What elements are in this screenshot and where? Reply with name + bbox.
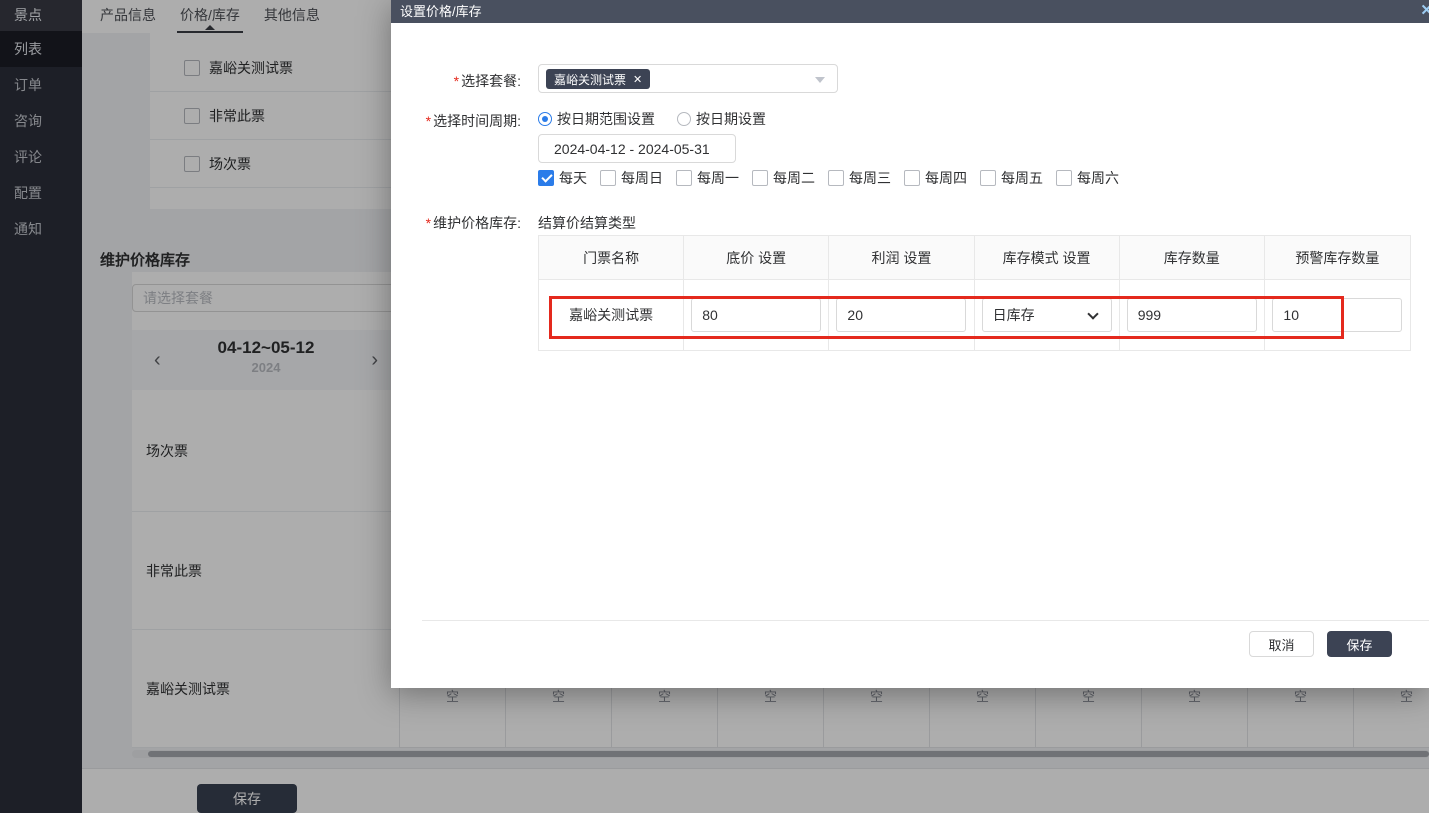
table-row: 嘉峪关测试票 日库存: [539, 280, 1410, 350]
price-stock-table: 门票名称 底价 设置 利润 设置 库存模式 设置 库存数量 预警库存数量 嘉峪关…: [538, 235, 1411, 351]
package-label-text: 选择套餐:: [461, 73, 521, 89]
weekday-label: 每周四: [925, 168, 967, 188]
col-header-profit: 利润 设置: [829, 236, 974, 280]
required-mark: *: [454, 73, 459, 89]
table-header-row: 门票名称 底价 设置 利润 设置 库存模式 设置 库存数量 预警库存数量: [539, 236, 1410, 280]
weekday-sunday[interactable]: 每周日: [600, 168, 663, 188]
col-header-warning-stock: 预警库存数量: [1265, 236, 1410, 280]
col-header-ticket-name: 门票名称: [539, 236, 684, 280]
date-range-input[interactable]: [538, 134, 736, 163]
radio-by-date-label: 按日期设置: [696, 109, 766, 129]
checkbox-icon: [676, 170, 692, 186]
checkbox-icon: [1056, 170, 1072, 186]
period-label-text: 选择时间周期:: [433, 113, 521, 129]
weekday-everyday[interactable]: 每天: [538, 168, 587, 188]
col-header-stock-count: 库存数量: [1120, 236, 1265, 280]
cell-ticket-name: 嘉峪关测试票: [539, 280, 684, 350]
stock-mode-select[interactable]: 日库存: [982, 298, 1112, 332]
modal-title: 设置价格/库存: [400, 4, 482, 19]
weekday-label: 每天: [559, 168, 587, 188]
warning-stock-input[interactable]: [1272, 298, 1402, 332]
required-mark: *: [426, 113, 431, 129]
stock-count-input[interactable]: [1127, 298, 1257, 332]
modal-header: 设置价格/库存 ✕: [391, 0, 1429, 23]
close-icon[interactable]: ✕: [1420, 3, 1429, 19]
weekday-label: 每周一: [697, 168, 739, 188]
weekday-friday[interactable]: 每周五: [980, 168, 1043, 188]
weekday-label: 每周三: [849, 168, 891, 188]
checkbox-checked-icon: [538, 170, 554, 186]
period-radio-group: 按日期范围设置 按日期设置: [538, 109, 766, 129]
base-price-input[interactable]: [691, 298, 821, 332]
screen: 景点 列表 订单 咨询 评论 配置 通知 产品信息 价格/库存 其他信息 嘉峪关…: [0, 0, 1429, 813]
radio-icon: [538, 112, 552, 126]
package-multiselect[interactable]: 嘉峪关测试票 ✕: [538, 64, 838, 93]
weekday-label: 每周六: [1077, 168, 1119, 188]
radio-icon: [677, 112, 691, 126]
checkbox-icon: [752, 170, 768, 186]
save-button[interactable]: 保存: [1327, 631, 1392, 657]
col-header-base-price: 底价 设置: [684, 236, 829, 280]
weekday-label: 每周二: [773, 168, 815, 188]
footer-divider: [422, 620, 1429, 621]
checkbox-icon: [904, 170, 920, 186]
profit-input[interactable]: [836, 298, 966, 332]
checkbox-icon: [980, 170, 996, 186]
set-price-stock-modal: 设置价格/库存 ✕ *选择套餐: 嘉峪关测试票 ✕ *选择时间周期: 按日期范围…: [391, 0, 1429, 688]
stock-mode-value: 日库存: [993, 307, 1035, 323]
maintain-label: *维护价格库存:: [411, 213, 521, 233]
weekday-wednesday[interactable]: 每周三: [828, 168, 891, 188]
cancel-button[interactable]: 取消: [1249, 631, 1314, 657]
weekday-monday[interactable]: 每周一: [676, 168, 739, 188]
weekday-label: 每周日: [621, 168, 663, 188]
maintain-label-text: 维护价格库存:: [433, 215, 521, 231]
weekday-checkbox-group: 每天 每周日 每周一 每周二 每周三 每周四 每周五 每周六: [538, 169, 1119, 187]
required-mark: *: [426, 215, 431, 231]
remove-tag-icon[interactable]: ✕: [633, 73, 642, 86]
weekday-label: 每周五: [1001, 168, 1043, 188]
radio-by-date[interactable]: 按日期设置: [677, 109, 766, 129]
radio-date-range[interactable]: 按日期范围设置: [538, 109, 655, 129]
col-header-stock-mode: 库存模式 设置: [975, 236, 1120, 280]
radio-date-range-label: 按日期范围设置: [557, 109, 655, 129]
weekday-saturday[interactable]: 每周六: [1056, 168, 1119, 188]
settlement-type-text: 结算价结算类型: [538, 213, 636, 233]
checkbox-icon: [828, 170, 844, 186]
selected-package-tag-label: 嘉峪关测试票: [554, 71, 626, 88]
selected-package-tag: 嘉峪关测试票 ✕: [546, 69, 650, 89]
chevron-down-icon: [815, 77, 825, 83]
period-label: *选择时间周期:: [411, 111, 521, 131]
chevron-down-icon: [1087, 308, 1098, 319]
package-label: *选择套餐:: [411, 71, 521, 91]
weekday-tuesday[interactable]: 每周二: [752, 168, 815, 188]
checkbox-icon: [600, 170, 616, 186]
weekday-thursday[interactable]: 每周四: [904, 168, 967, 188]
